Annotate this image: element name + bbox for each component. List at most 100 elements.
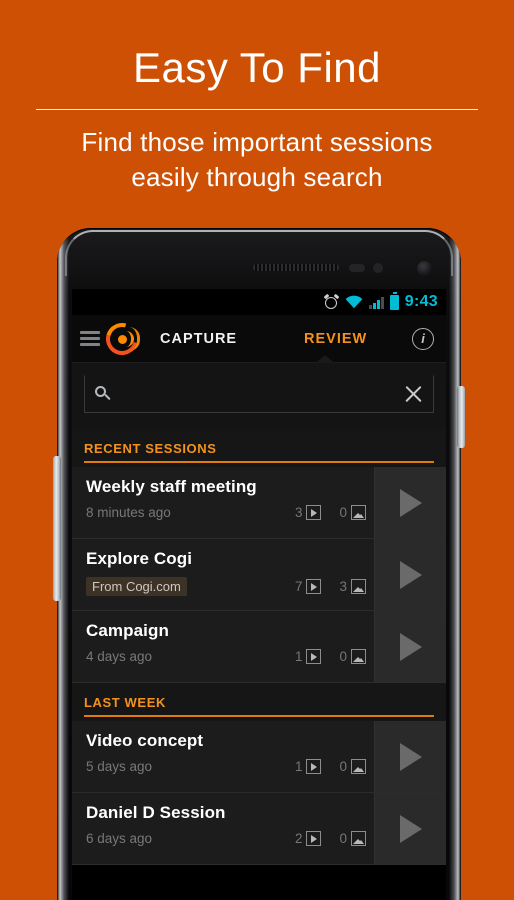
session-list: RECENT SESSIONS Weekly staff meeting 8 m… bbox=[72, 429, 446, 875]
play-button-icon bbox=[306, 831, 322, 846]
earpiece-speaker bbox=[253, 264, 339, 271]
wifi-icon bbox=[345, 295, 363, 309]
session-timestamp: 8 minutes ago bbox=[86, 505, 171, 520]
list-item[interactable]: Weekly staff meeting 8 minutes ago 3 0 bbox=[72, 467, 446, 539]
play-triangle-icon bbox=[399, 488, 422, 517]
session-timestamp: 5 days ago bbox=[86, 759, 153, 774]
image-icon bbox=[351, 759, 366, 774]
image-count: 0 bbox=[339, 759, 366, 774]
image-icon bbox=[351, 505, 366, 520]
list-item[interactable]: Campaign 4 days ago 1 0 bbox=[72, 611, 446, 683]
session-title: Daniel D Session bbox=[86, 803, 226, 822]
image-icon bbox=[351, 649, 366, 664]
list-item[interactable]: Explore Cogi From Cogi.com 7 3 bbox=[72, 539, 446, 611]
search-box[interactable] bbox=[84, 375, 434, 413]
light-sensor bbox=[373, 263, 383, 273]
list-item[interactable]: Daniel D Session 6 days ago 2 0 bbox=[72, 793, 446, 865]
list-item[interactable]: Video concept 5 days ago 1 0 bbox=[72, 721, 446, 793]
status-bar: 9:43 bbox=[72, 289, 446, 315]
list-bottom-spacer bbox=[72, 865, 446, 875]
session-title: Explore Cogi bbox=[86, 549, 193, 568]
play-triangle-icon bbox=[399, 742, 422, 771]
cogi-logo-icon bbox=[100, 316, 144, 361]
audio-count: 1 bbox=[295, 759, 322, 774]
page-title: Easy To Find bbox=[132, 44, 381, 91]
play-session-button[interactable] bbox=[374, 467, 446, 538]
audio-count: 7 bbox=[295, 579, 322, 594]
promo-subtitle-line-1: Find those important sessions bbox=[81, 127, 433, 158]
front-camera bbox=[417, 261, 432, 276]
image-count: 0 bbox=[339, 505, 366, 520]
image-count-value: 0 bbox=[339, 831, 347, 846]
image-count-value: 0 bbox=[339, 759, 347, 774]
play-triangle-icon bbox=[399, 560, 422, 589]
image-icon bbox=[351, 831, 366, 846]
session-info: Weekly staff meeting 8 minutes ago 3 0 bbox=[72, 467, 374, 538]
session-timestamp: 6 days ago bbox=[86, 831, 153, 846]
tab-capture[interactable]: CAPTURE bbox=[160, 331, 237, 347]
app-bar: CAPTURE REVIEW i bbox=[72, 315, 446, 363]
image-count-value: 3 bbox=[339, 579, 347, 594]
phone-screen: 9:43 CAPTURE REVIEW i RECENT SESSIONS We… bbox=[72, 289, 446, 900]
status-bar-clock: 9:43 bbox=[404, 293, 438, 310]
search-icon bbox=[95, 386, 111, 402]
image-count: 0 bbox=[339, 831, 366, 846]
session-title: Campaign bbox=[86, 621, 169, 640]
session-meta: 6 days ago 2 0 bbox=[86, 831, 366, 846]
session-source-badge: From Cogi.com bbox=[86, 577, 187, 596]
image-count-value: 0 bbox=[339, 505, 347, 520]
play-button-icon bbox=[306, 649, 322, 664]
promo-subtitle: Find those important sessions easily thr… bbox=[0, 110, 514, 194]
alarm-clock-icon bbox=[323, 293, 340, 310]
audio-count-value: 2 bbox=[294, 831, 303, 846]
proximity-sensor bbox=[349, 264, 365, 272]
session-meta: From Cogi.com 7 3 bbox=[86, 577, 366, 596]
section-title: LAST WEEK bbox=[84, 695, 166, 710]
image-count-value: 0 bbox=[339, 649, 347, 664]
search-input[interactable] bbox=[111, 385, 404, 403]
session-info: Daniel D Session 6 days ago 2 0 bbox=[72, 793, 374, 864]
session-meta: 4 days ago 1 0 bbox=[86, 649, 366, 664]
play-triangle-icon bbox=[399, 632, 422, 661]
session-meta: 8 minutes ago 3 0 bbox=[86, 505, 366, 520]
session-info: Explore Cogi From Cogi.com 7 3 bbox=[72, 539, 374, 610]
search-bar-container bbox=[72, 363, 446, 429]
session-info: Campaign 4 days ago 1 0 bbox=[72, 611, 374, 682]
volume-button[interactable] bbox=[53, 456, 61, 601]
tab-review[interactable]: REVIEW bbox=[304, 331, 367, 347]
play-button-icon bbox=[306, 759, 322, 774]
session-meta: 5 days ago 1 0 bbox=[86, 759, 366, 774]
section-underline bbox=[84, 715, 434, 717]
section-header-recent: RECENT SESSIONS bbox=[72, 429, 446, 467]
power-button[interactable] bbox=[457, 386, 465, 448]
play-button-icon bbox=[306, 505, 322, 520]
audio-count: 1 bbox=[295, 649, 322, 664]
session-info: Video concept 5 days ago 1 0 bbox=[72, 721, 374, 792]
image-count: 0 bbox=[339, 649, 366, 664]
audio-count-value: 1 bbox=[294, 759, 303, 774]
image-count: 3 bbox=[339, 579, 366, 594]
audio-count: 3 bbox=[295, 505, 322, 520]
close-icon[interactable] bbox=[404, 385, 423, 404]
battery-icon bbox=[389, 291, 399, 310]
info-icon[interactable]: i bbox=[412, 327, 434, 350]
cellular-signal-icon bbox=[368, 296, 384, 309]
play-session-button[interactable] bbox=[374, 721, 446, 792]
promo-header: Easy To Find Find those important sessio… bbox=[0, 0, 514, 194]
section-underline bbox=[84, 461, 434, 463]
audio-count: 2 bbox=[295, 831, 322, 846]
play-triangle-icon bbox=[399, 814, 422, 843]
play-session-button[interactable] bbox=[374, 539, 446, 610]
session-title: Video concept bbox=[86, 731, 204, 750]
session-timestamp: 4 days ago bbox=[86, 649, 153, 664]
play-session-button[interactable] bbox=[374, 793, 446, 864]
audio-count-value: 3 bbox=[294, 505, 303, 520]
hamburger-menu-icon[interactable] bbox=[80, 331, 100, 346]
active-tab-indicator bbox=[316, 355, 334, 363]
session-title: Weekly staff meeting bbox=[86, 477, 257, 496]
audio-count-value: 7 bbox=[294, 579, 303, 594]
image-icon bbox=[351, 579, 366, 594]
play-session-button[interactable] bbox=[374, 611, 446, 682]
section-title: RECENT SESSIONS bbox=[84, 441, 217, 456]
audio-count-value: 1 bbox=[294, 649, 303, 664]
